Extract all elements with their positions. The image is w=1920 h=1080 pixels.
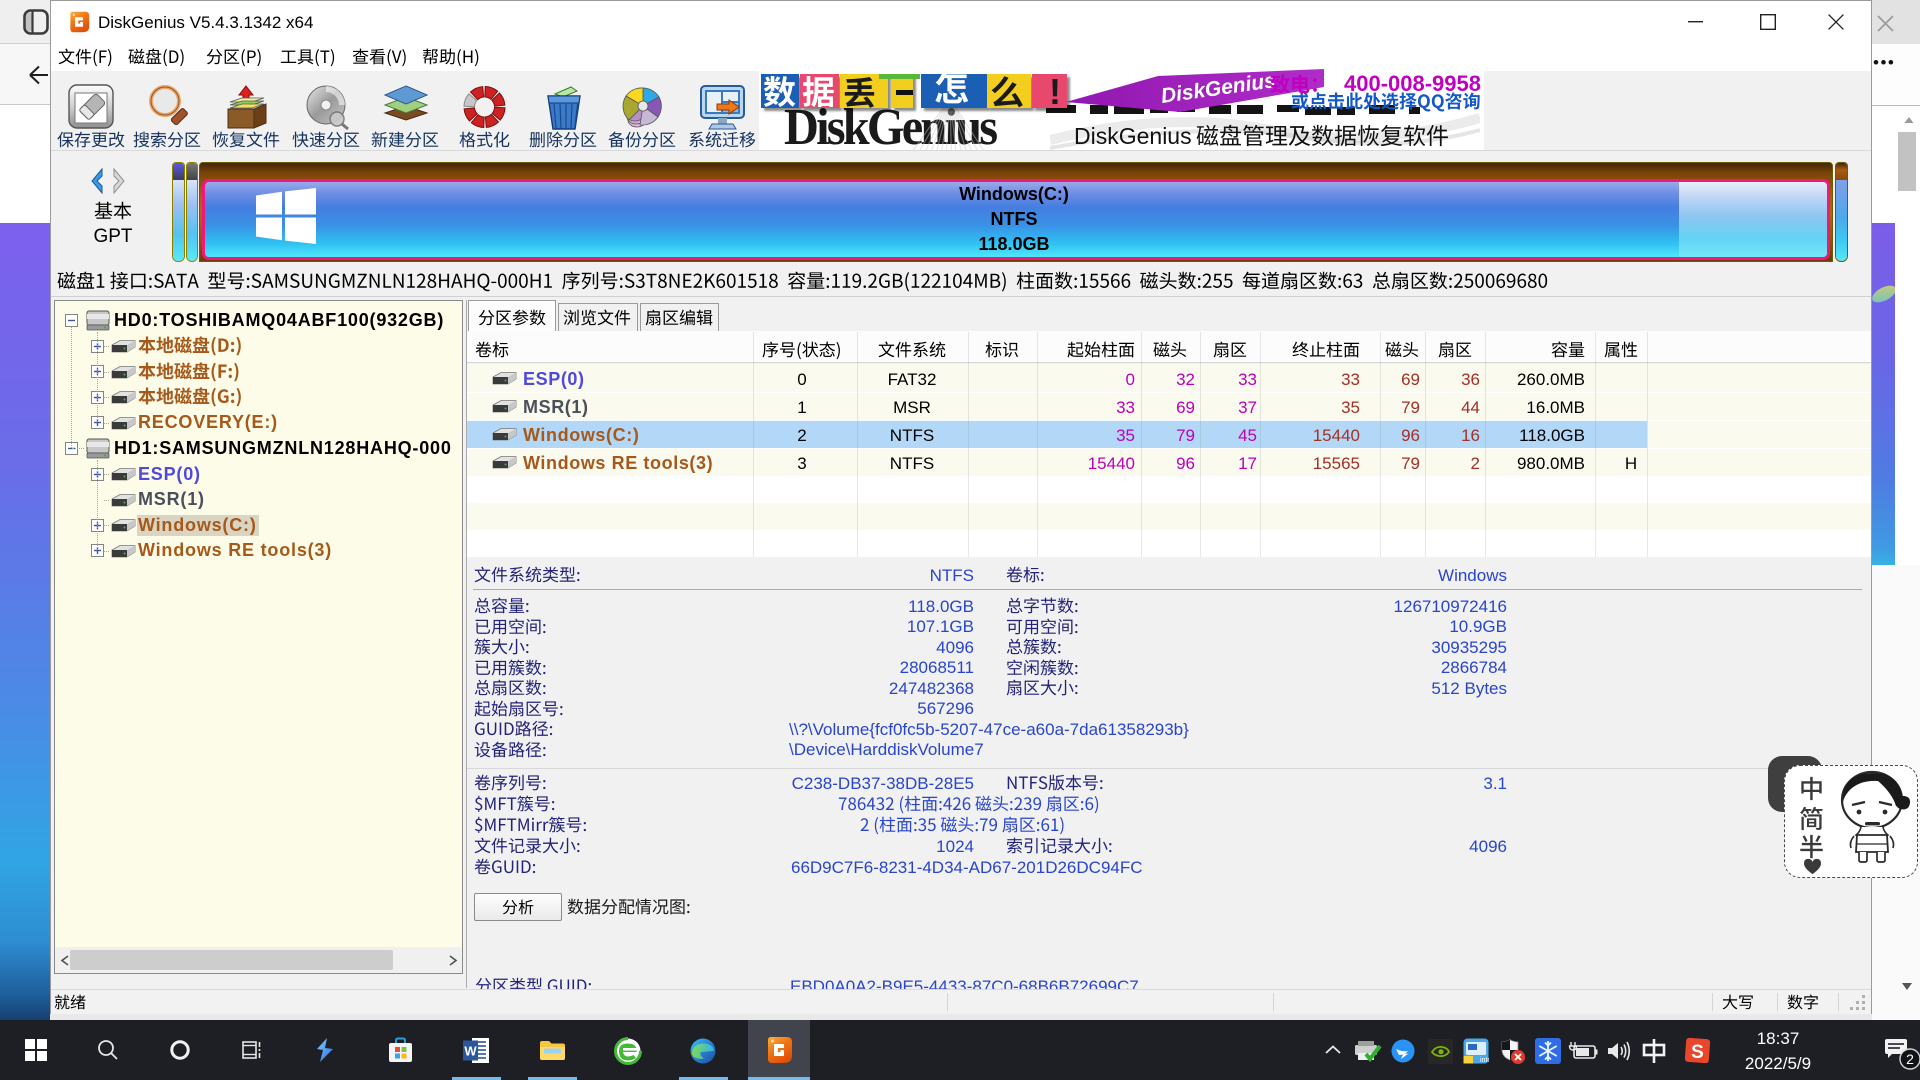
svg-text:2: 2 (1906, 1051, 1914, 1067)
svg-text:S: S (1691, 1042, 1704, 1063)
svg-text:intel: intel (1480, 1057, 1489, 1064)
svg-text:W: W (464, 1044, 477, 1059)
